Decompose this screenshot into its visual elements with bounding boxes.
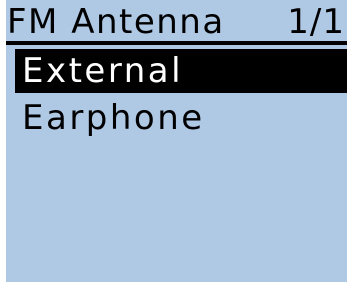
option-label: External xyxy=(22,51,184,91)
option-list: External Earphone xyxy=(15,49,347,143)
option-earphone[interactable]: Earphone xyxy=(15,96,347,140)
option-external[interactable]: External xyxy=(15,49,347,93)
menu-header: FM Antenna 1/1 xyxy=(6,0,347,48)
menu-title: FM Antenna xyxy=(7,2,225,42)
page-indicator: 1/1 xyxy=(287,2,345,42)
lcd-screen: FM Antenna 1/1 External Earphone xyxy=(6,0,347,282)
header-divider xyxy=(6,41,347,45)
option-label: Earphone xyxy=(22,98,205,138)
